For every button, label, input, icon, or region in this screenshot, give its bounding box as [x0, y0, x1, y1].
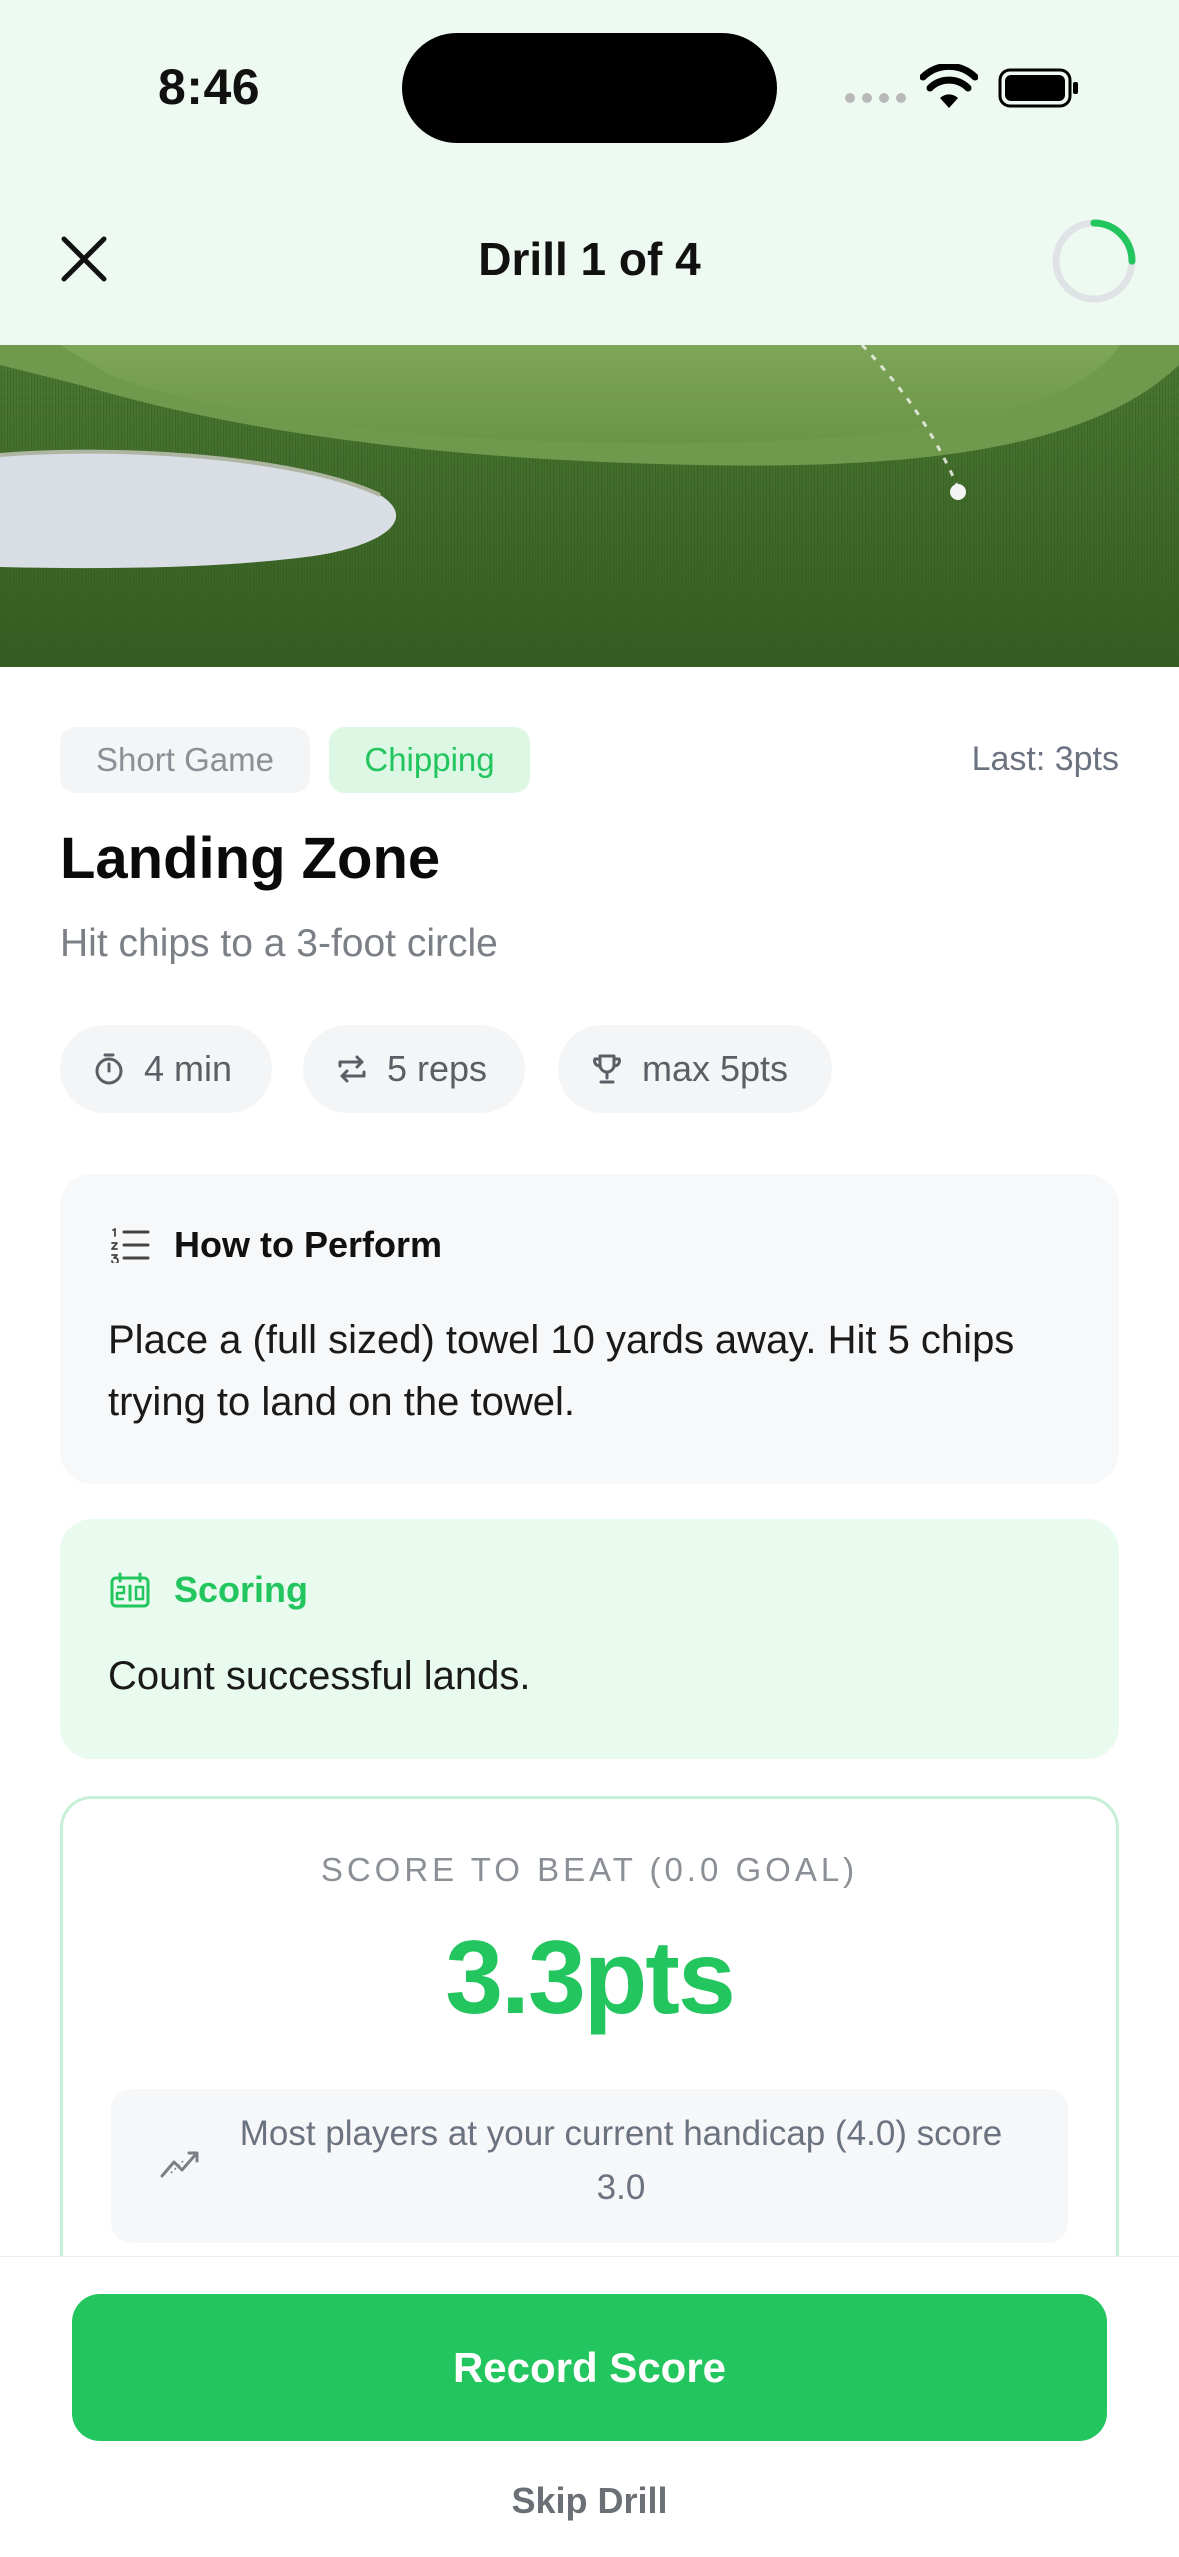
skip-drill-link[interactable]: Skip Drill [0, 2480, 1179, 2522]
score-to-beat-label: SCORE TO BEAT (0.0 GOAL) [320, 1851, 859, 1888]
how-to-perform-header: How to Perform [110, 1224, 442, 1266]
page-title: Drill 1 of 4 [478, 233, 701, 285]
tag-skill: Chipping [329, 727, 530, 793]
timer-icon [95, 1053, 123, 1085]
scoring-card: Scoring Count successful lands. [60, 1519, 1119, 1759]
hero-image [0, 345, 1179, 667]
wifi-icon [920, 64, 978, 108]
last-score: Last: 3pts [971, 740, 1119, 778]
score-to-beat-card: SCORE TO BEAT (0.0 GOAL) 3.3pts Most pla… [60, 1796, 1119, 2316]
duration-label: 4 min [144, 1048, 233, 1089]
max-points-pill: max 5pts [558, 1025, 832, 1113]
battery-icon [998, 68, 1078, 108]
list-icon [111, 1228, 150, 1263]
how-to-perform-title: How to Perform [174, 1224, 443, 1265]
repeat-icon [338, 1055, 366, 1083]
handicap-hint: Most players at your current handicap (4… [111, 2089, 1068, 2243]
cellular-signal-icon [845, 93, 907, 105]
trophy-icon [593, 1054, 621, 1084]
drill-progress-ring [1052, 219, 1136, 303]
record-score-button[interactable]: Record Score [72, 2294, 1107, 2441]
reps-label: 5 reps [387, 1048, 488, 1089]
how-to-perform-card: How to Perform Place a (full sized) towe… [60, 1174, 1119, 1484]
bottom-action-bar: Record Score Skip Drill [0, 2256, 1179, 2557]
status-time: 8:46 [158, 59, 261, 115]
how-to-perform-text: Place a (full sized) towel 10 yards away… [108, 1318, 1015, 1424]
scoreboard-icon [110, 1572, 150, 1608]
header-area: 8:46 Drill 1 of 4 [0, 0, 1179, 345]
handicap-hint-text: Most players at your current handicap (4… [239, 2114, 1003, 2207]
drill-subtitle: Hit chips to a 3-foot circle [60, 922, 498, 965]
dynamic-island [402, 33, 777, 143]
max-points-label: max 5pts [642, 1048, 789, 1089]
duration-pill: 4 min [60, 1025, 272, 1113]
scoring-title: Scoring [174, 1569, 309, 1610]
tag-category: Short Game [60, 727, 310, 793]
trend-icon [160, 2151, 199, 2178]
score-to-beat-value: 3.3pts [445, 1920, 736, 2036]
drill-name: Landing Zone [60, 826, 441, 891]
reps-pill: 5 reps [303, 1025, 525, 1113]
scoring-header: Scoring [110, 1569, 308, 1611]
scoring-text: Count successful lands. [108, 1654, 531, 1698]
